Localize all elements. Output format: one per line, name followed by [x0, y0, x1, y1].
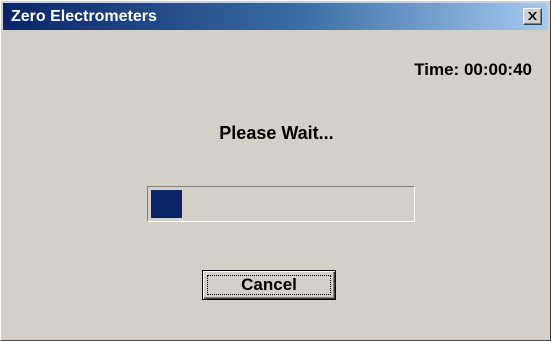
please-wait-message: Please Wait...	[219, 123, 334, 143]
close-icon	[528, 12, 537, 20]
progress-bar	[147, 186, 415, 222]
dialog-window: Zero Electrometers Time: 00:00:40 Please…	[0, 0, 551, 341]
elapsed-time-label: Time: 00:00:40	[414, 60, 532, 79]
cancel-button-label: Cancel	[241, 275, 297, 294]
progress-fill	[151, 190, 182, 218]
title-bar[interactable]: Zero Electrometers	[3, 3, 548, 30]
cancel-button[interactable]: Cancel	[202, 270, 336, 300]
close-button[interactable]	[523, 8, 542, 25]
window-title: Zero Electrometers	[11, 8, 157, 25]
